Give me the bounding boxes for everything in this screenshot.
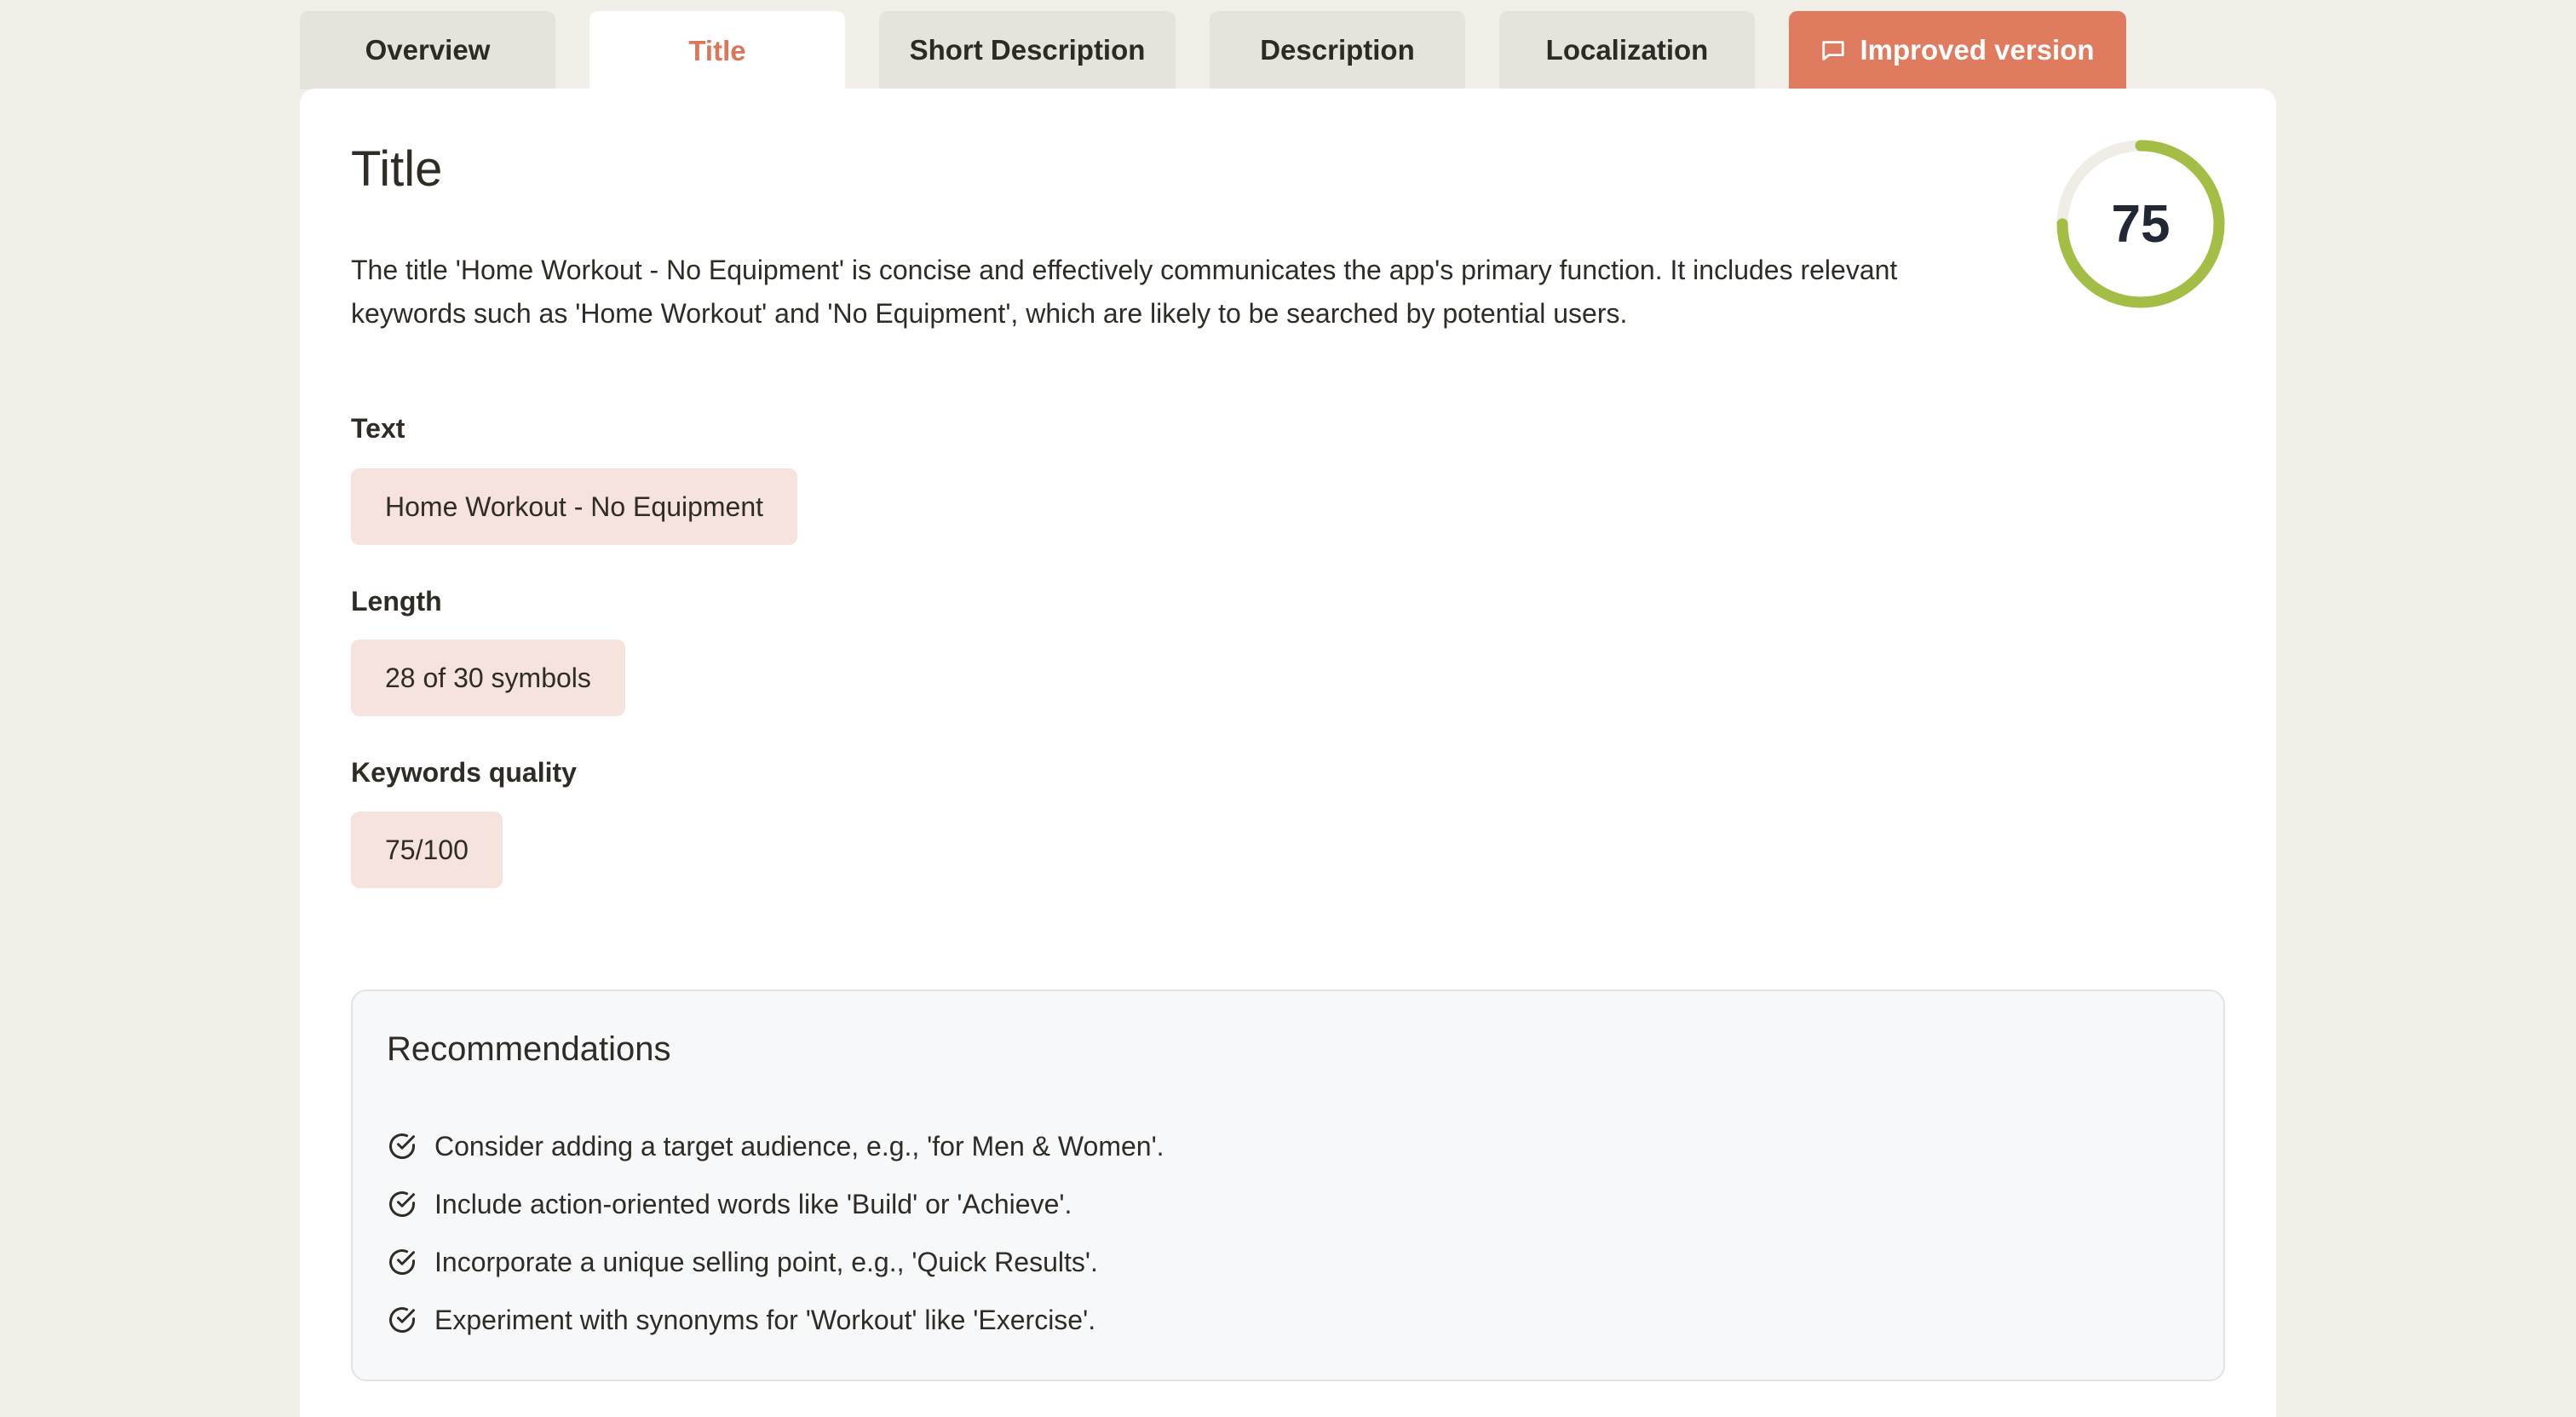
tab-overview-label: Overview	[365, 34, 491, 66]
length-label: Length	[351, 586, 442, 617]
recommendation-item: Incorporate a unique selling point, e.g.…	[387, 1233, 1164, 1291]
recommendation-item: Include action-oriented words like 'Buil…	[387, 1175, 1164, 1233]
tab-title-label: Title	[688, 35, 746, 66]
length-value-chip: 28 of 30 symbols	[351, 640, 625, 716]
check-circle-icon	[387, 1305, 417, 1335]
title-summary: The title 'Home Workout - No Equipment' …	[351, 255, 1898, 329]
message-square-icon	[1820, 37, 1846, 63]
tab-title[interactable]: Title	[589, 11, 845, 91]
recommendation-text: Incorporate a unique selling point, e.g.…	[434, 1246, 1098, 1277]
tab-bar: Overview Title Short Description Descrip…	[300, 11, 2126, 91]
title-analysis-card: Title The title 'Home Workout - No Equip…	[300, 89, 2276, 1417]
recommendation-item: Experiment with synonyms for 'Workout' l…	[387, 1291, 1164, 1349]
recommendation-item: Consider adding a target audience, e.g.,…	[387, 1117, 1164, 1175]
keywords-quality-label: Keywords quality	[351, 757, 577, 788]
tab-short-description[interactable]: Short Description	[879, 11, 1176, 89]
improved-version-button[interactable]: Improved version	[1789, 11, 2126, 89]
recommendation-text: Experiment with synonyms for 'Workout' l…	[434, 1304, 1096, 1335]
recommendations-panel: Recommendations Consider adding a target…	[351, 990, 2225, 1381]
check-circle-icon	[387, 1131, 417, 1162]
tab-overview[interactable]: Overview	[300, 11, 555, 89]
tab-short-description-label: Short Description	[909, 34, 1146, 66]
recommendation-text: Consider adding a target audience, e.g.,…	[434, 1130, 1164, 1162]
text-value-chip: Home Workout - No Equipment	[351, 468, 798, 545]
improved-version-label: Improved version	[1860, 34, 2095, 66]
score-value: 75	[2111, 194, 2171, 254]
recommendations-title: Recommendations	[387, 1030, 671, 1068]
text-label: Text	[351, 413, 405, 444]
tab-localization[interactable]: Localization	[1499, 11, 1755, 89]
check-circle-icon	[387, 1189, 417, 1219]
tab-description[interactable]: Description	[1210, 11, 1465, 89]
score-ring: 75	[2051, 135, 2230, 313]
keywords-quality-chip: 75/100	[351, 812, 503, 888]
check-circle-icon	[387, 1247, 417, 1277]
tab-localization-label: Localization	[1545, 34, 1709, 66]
section-title: Title	[351, 141, 443, 197]
recommendations-list: Consider adding a target audience, e.g.,…	[387, 1117, 1164, 1349]
tab-description-label: Description	[1260, 34, 1415, 66]
recommendation-text: Include action-oriented words like 'Buil…	[434, 1188, 1072, 1219]
